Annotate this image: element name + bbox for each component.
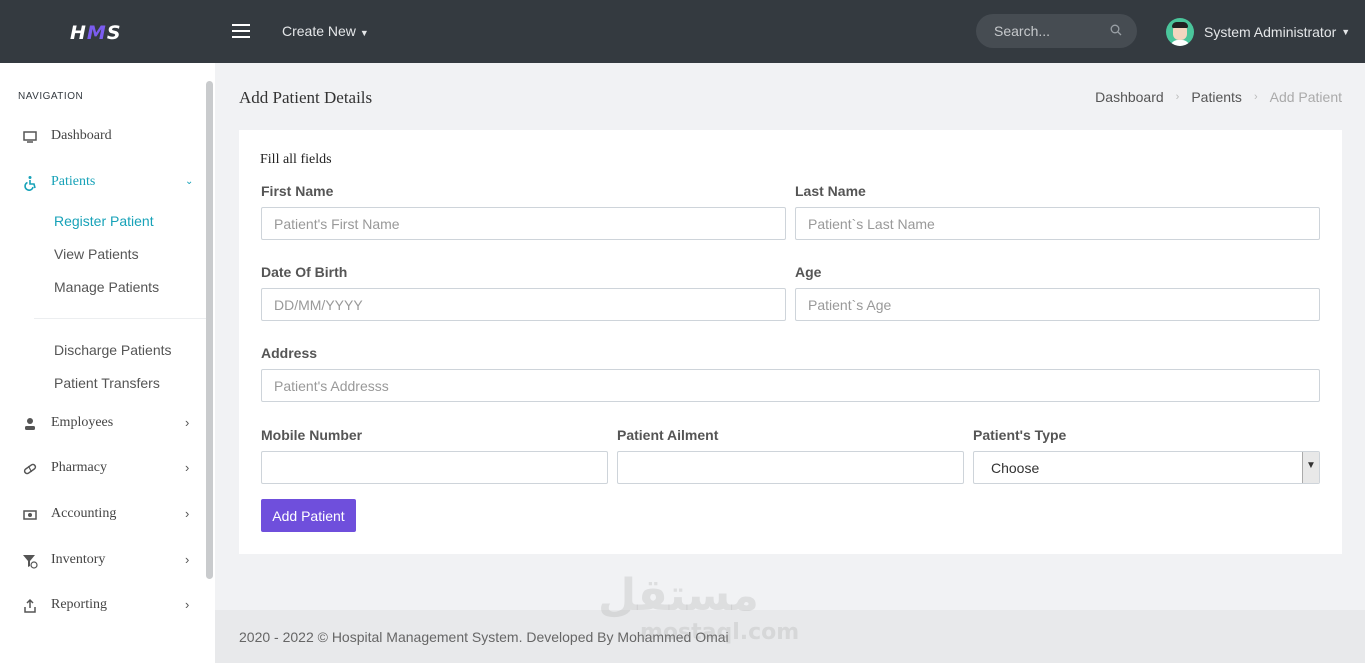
divider	[34, 318, 206, 319]
chevron-right-icon: ›	[185, 460, 190, 475]
chevron-right-icon: ›	[1175, 91, 1180, 103]
select-dropdown-button[interactable]: ▼	[1302, 452, 1319, 483]
app-logo[interactable]: HMS	[70, 22, 122, 44]
wheelchair-icon	[24, 176, 36, 191]
create-new-dropdown[interactable]: Create New ▼	[282, 23, 369, 39]
last-name-input[interactable]	[795, 207, 1320, 240]
pill-icon	[23, 463, 37, 475]
patient-form-card: Fill all fields First Name Last Name Dat…	[239, 130, 1342, 554]
add-patient-button[interactable]: Add Patient	[261, 499, 356, 532]
breadcrumb-current: Add Patient	[1269, 89, 1342, 105]
mobile-label: Mobile Number	[261, 427, 363, 443]
menu-toggle-icon[interactable]	[232, 24, 250, 38]
top-navbar: HMS Create New▼ System Administrator ▼	[0, 0, 1365, 63]
user-menu[interactable]: System Administrator ▼	[1166, 18, 1350, 46]
sidebar-item-dashboard[interactable]: Dashboard	[0, 125, 205, 149]
sidebar-subitem-patient-transfers[interactable]: Patient Transfers	[54, 375, 160, 391]
chevron-right-icon: ›	[185, 597, 190, 612]
form-subtitle: Fill all fields	[260, 152, 332, 167]
monitor-icon	[23, 131, 37, 143]
upload-icon	[24, 598, 36, 613]
chevron-right-icon: ›	[185, 552, 190, 567]
age-label: Age	[795, 264, 822, 280]
breadcrumb-dashboard[interactable]: Dashboard	[1095, 89, 1164, 105]
watermark-logo: مستقل	[598, 570, 759, 621]
cash-icon	[23, 510, 37, 520]
search-icon[interactable]	[1110, 24, 1122, 36]
mobile-input[interactable]	[261, 451, 608, 484]
ailment-input[interactable]	[617, 451, 964, 484]
nav-heading: NAVIGATION	[18, 91, 84, 102]
sidebar: NAVIGATION Dashboard Patients ⌄ Register…	[0, 63, 215, 663]
sidebar-item-reporting[interactable]: Reporting ›	[0, 594, 205, 618]
chevron-down-icon: ▼	[1306, 460, 1316, 471]
page-title: Add Patient Details	[239, 88, 373, 107]
sidebar-scrollbar[interactable]	[206, 81, 213, 579]
watermark-url: mostaql.com	[640, 620, 800, 645]
sidebar-subitem-discharge-patients[interactable]: Discharge Patients	[54, 342, 172, 358]
dob-input[interactable]	[261, 288, 786, 321]
age-input[interactable]	[795, 288, 1320, 321]
patient-type-value: Choose	[991, 460, 1040, 476]
patient-type-label: Patient's Type	[973, 427, 1067, 443]
sidebar-subitem-register-patient[interactable]: Register Patient	[54, 213, 154, 229]
ailment-label: Patient Ailment	[617, 427, 719, 443]
last-name-label: Last Name	[795, 183, 866, 199]
address-input[interactable]	[261, 369, 1320, 402]
chevron-down-icon: ▼	[1341, 27, 1351, 37]
sidebar-item-pharmacy[interactable]: Pharmacy ›	[0, 457, 205, 481]
first-name-label: First Name	[261, 183, 334, 199]
user-icon	[25, 418, 35, 430]
sidebar-subitem-view-patients[interactable]: View Patients	[54, 246, 139, 262]
patient-type-select[interactable]: Choose ▼	[973, 451, 1320, 484]
chevron-down-icon: ▼	[359, 28, 369, 38]
sidebar-item-employees[interactable]: Employees ›	[0, 412, 205, 436]
dob-label: Date Of Birth	[261, 264, 348, 280]
avatar	[1166, 18, 1194, 46]
first-name-input[interactable]	[261, 207, 786, 240]
breadcrumb-patients[interactable]: Patients	[1191, 89, 1242, 105]
address-label: Address	[261, 345, 318, 361]
sidebar-item-inventory[interactable]: Inventory ›	[0, 549, 205, 573]
chevron-right-icon: ›	[1253, 91, 1258, 103]
sidebar-item-patients[interactable]: Patients ⌄	[0, 171, 205, 195]
chevron-down-icon: ⌄	[185, 176, 194, 187]
sidebar-subitem-manage-patients[interactable]: Manage Patients	[54, 279, 159, 295]
user-name: System Administrator	[1204, 24, 1337, 40]
funnel-icon	[23, 555, 38, 569]
chevron-right-icon: ›	[185, 506, 190, 521]
breadcrumb: Dashboard › Patients › Add Patient	[1095, 89, 1342, 105]
chevron-right-icon: ›	[185, 415, 190, 430]
sidebar-item-accounting[interactable]: Accounting ›	[0, 503, 205, 527]
